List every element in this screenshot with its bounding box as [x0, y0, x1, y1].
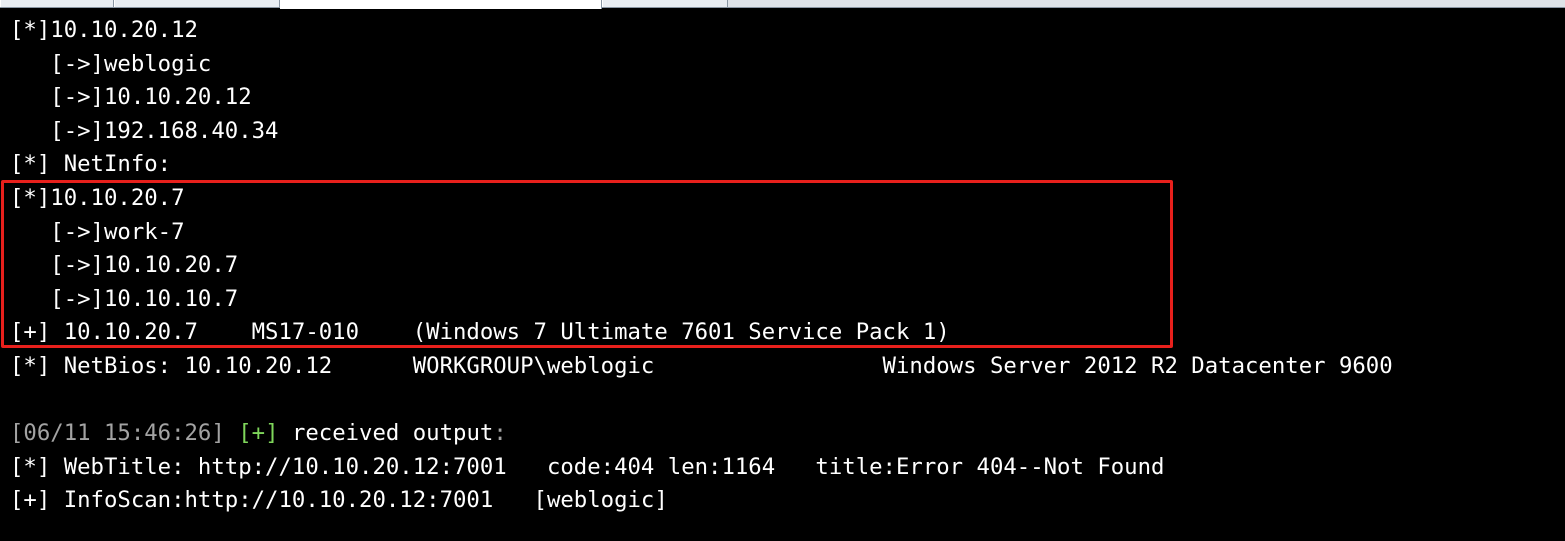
console-line-received-output: [06/11 15:46:26] [+] received output: [10, 417, 1562, 451]
console-line: [*]10.10.20.7 [10, 184, 185, 211]
console-line: [->]work-7 [10, 218, 185, 245]
tab-2[interactable] [114, 0, 280, 7]
tab-strip [0, 0, 1565, 9]
console-line: [->]10.10.10.7 [10, 285, 239, 312]
tab-1[interactable] [0, 0, 114, 7]
console-line: [+] 10.10.20.7 MS17-010 (Windows 7 Ultim… [10, 319, 950, 346]
log-timestamp: [06/11 15:46:26] [10, 420, 225, 447]
log-message: received output [278, 420, 494, 447]
console-output: [*]10.10.20.12 [->]weblogic [->]10.10.20… [10, 14, 1562, 518]
terminal-window: [*]10.10.20.12 [->]weblogic [->]10.10.20… [0, 0, 1565, 541]
console-line: [+] InfoScan:http://10.10.20.12:7001 [we… [10, 487, 668, 514]
log-suffix: : [493, 420, 507, 447]
console-line: [*] NetBios: 10.10.20.12 WORKGROUP\weblo… [10, 352, 1393, 379]
tab-3-active[interactable] [280, 0, 602, 9]
console-line: [*] NetInfo: [10, 151, 172, 178]
console-line: [->]10.10.20.7 [10, 252, 239, 279]
console-line: [->]10.10.20.12 [10, 84, 252, 111]
console-line: [->]weblogic [10, 50, 212, 77]
console-line: [*]10.10.20.12 [10, 17, 198, 43]
console-line: [->]192.168.40.34 [10, 117, 279, 144]
success-tag: [+] [238, 420, 279, 447]
tab-4[interactable] [602, 0, 728, 7]
console-line: [*] WebTitle: http://10.10.20.12:7001 co… [10, 453, 1165, 480]
